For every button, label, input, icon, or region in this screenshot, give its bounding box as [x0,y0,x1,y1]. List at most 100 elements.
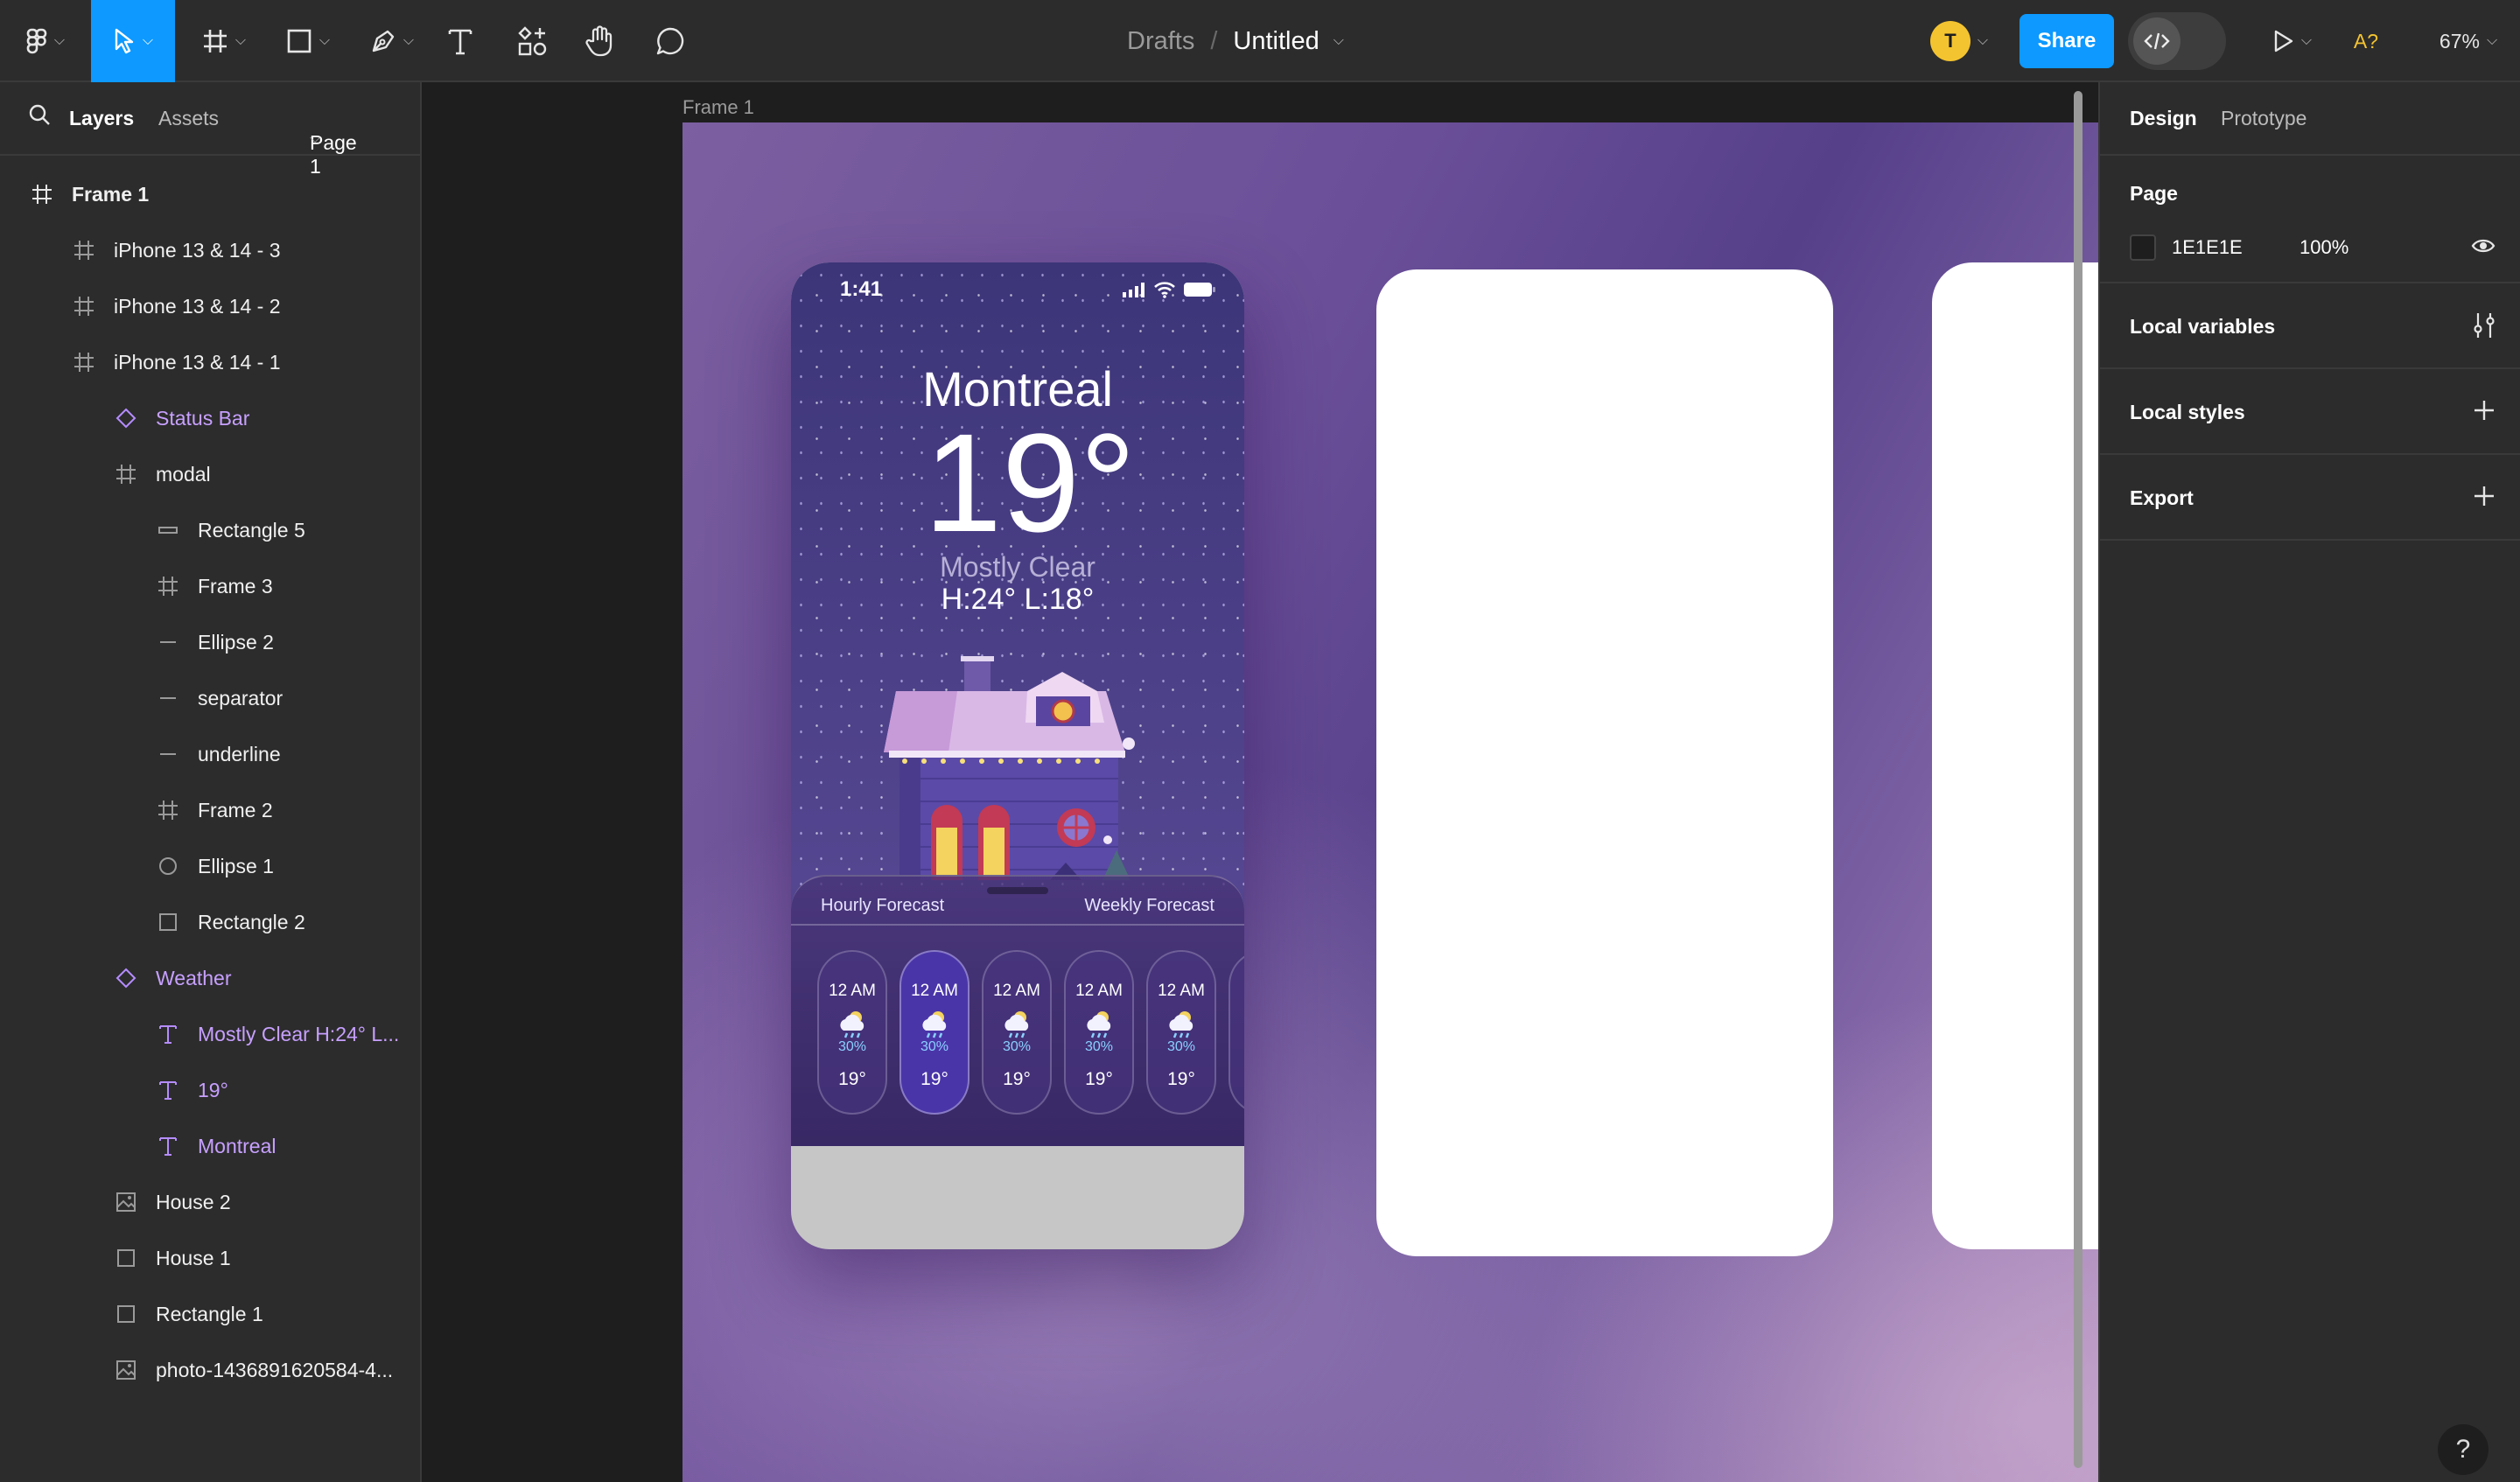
file-name[interactable]: Untitled [1233,27,1319,56]
comment-tool-button[interactable] [651,0,690,82]
canvas[interactable]: Frame 1 1:41 Montreal 19° Mostly Clear H… [422,82,2098,1482]
ellipse-icon [156,854,180,878]
pen-tool-button[interactable]: ⌵ [357,0,427,82]
hourly-forecast-item[interactable]: 12 AM 30% 19° [1146,950,1216,1115]
main-menu-button[interactable]: ⌵ [12,0,79,82]
layer-row[interactable]: Frame 1 [30,166,149,222]
local-variables-section[interactable]: Local variables [2100,283,2520,369]
hourly-forecast-item[interactable]: 1 [1228,950,1244,1115]
layer-row[interactable]: iPhone 13 & 14 - 2 [72,278,281,334]
shape-tool-button[interactable]: ⌵ [273,0,343,82]
layer-row[interactable]: Ellipse 1 [156,838,274,894]
chevron-down-icon[interactable]: ⌵ [1334,33,1344,49]
status-icons [1122,281,1216,298]
text-tool-button[interactable] [441,0,480,82]
hourly-forecast-item[interactable]: 12 AM 30% 19° [1064,950,1134,1115]
layer-row[interactable]: Status Bar [114,390,249,446]
eye-icon[interactable] [2471,236,2496,260]
cloud-rain-icon [1164,1010,1199,1039]
tab-layers[interactable]: Layers [69,107,134,130]
weather-temperature[interactable]: 19° [803,413,1244,553]
export-section[interactable]: Export [2100,455,2520,541]
chevron-down-icon: ⌵ [53,33,66,48]
layer-row[interactable]: Ellipse 2 [156,614,274,670]
canvas-scrollbar[interactable] [2074,91,2082,1468]
help-button[interactable]: ? [2438,1424,2488,1475]
layer-row[interactable]: Rectangle 5 [156,502,305,558]
chevron-down-icon: ⌵ [2486,33,2498,48]
breadcrumb-drafts[interactable]: Drafts [1127,27,1194,56]
layer-row[interactable]: Montreal [156,1118,276,1174]
plus-icon[interactable] [2473,399,2496,426]
weather-high-low[interactable]: H:24° L:18° [791,583,1244,617]
zoom-menu[interactable]: 67% ⌵ [2429,0,2508,82]
page-color-swatch[interactable] [2130,234,2156,261]
tab-assets[interactable]: Assets [158,107,219,130]
page-opacity[interactable]: 100% [2300,236,2348,259]
forecast-precip: 30% [1002,1039,1032,1054]
frame-1[interactable]: 1:41 Montreal 19° Mostly Clear H:24° L:1… [682,122,2098,1482]
weather-condition[interactable]: Mostly Clear [791,551,1244,584]
frame-label[interactable]: Frame 1 [682,96,754,119]
frame-tool-button[interactable]: ⌵ [189,0,259,82]
resources-button[interactable] [513,0,551,82]
local-variables-label: Local variables [2130,315,2276,338]
layer-row[interactable]: Rectangle 2 [156,894,305,950]
forecast-time: 12 AM [1158,982,1205,1000]
hand-tool-button[interactable] [581,0,620,82]
search-icon[interactable] [28,103,51,131]
multiplayer-avatars[interactable]: T ⌵ [1922,0,1997,82]
iphone-frame-1[interactable]: 1:41 Montreal 19° Mostly Clear H:24° L:1… [791,262,1244,1249]
tab-prototype[interactable]: Prototype [2221,107,2306,130]
text-icon [156,1134,180,1158]
layer-row[interactable]: Mostly Clear H:24° L... [156,1006,399,1062]
frame-icon [156,574,180,598]
layer-row[interactable]: House 1 [114,1230,231,1286]
layers-panel: Layers Assets Page 1 ⌵ Frame 1 iPhone 13 … [0,82,422,1482]
variables-icon[interactable] [2471,311,2497,344]
tab-hourly-forecast[interactable]: Hourly Forecast [821,896,944,916]
layer-row[interactable]: iPhone 13 & 14 - 3 [72,222,281,278]
drag-handle[interactable] [987,887,1048,894]
tab-design[interactable]: Design [2130,107,2197,130]
line-icon [156,630,180,654]
chevron-down-icon: ⌵ [142,33,154,48]
present-button[interactable]: ⌵ [2261,0,2324,82]
chevron-down-icon: ⌵ [402,33,415,48]
move-tool-button[interactable]: ⌵ [91,0,175,82]
hourly-forecast-item[interactable]: 12 AM 30% 19° [817,950,887,1115]
hourly-forecast-item[interactable]: 12 AM 30% 19° [900,950,970,1115]
layer-row[interactable]: modal [114,446,211,502]
cloud-rain-icon [1082,1010,1116,1039]
layer-name: iPhone 13 & 14 - 3 [114,238,281,262]
rectangle-icon [114,1302,138,1326]
layer-row[interactable]: photo-1436891620584-4... [114,1342,393,1398]
layer-name: separator [198,686,284,710]
hourly-forecast-item[interactable]: 12 AM 30% 19° [982,950,1052,1115]
tab-weekly-forecast[interactable]: Weekly Forecast [1084,896,1214,916]
layer-name: House 1 [156,1246,231,1269]
layer-row[interactable]: 19° [156,1062,228,1118]
layer-row[interactable]: Frame 3 [156,558,273,614]
layer-row[interactable]: Frame 2 [156,782,273,838]
page-color-hex[interactable]: 1E1E1E [2172,236,2243,259]
modal[interactable]: Hourly Forecast Weekly Forecast 12 AM 30%… [791,875,1244,1146]
house-illustration[interactable] [878,656,1141,910]
frame-icon [156,798,180,822]
dev-mode-toggle[interactable] [2128,12,2226,70]
layer-row[interactable]: House 2 [114,1174,231,1230]
frame-icon [202,28,228,54]
layer-row[interactable]: underline [156,726,281,782]
plus-icon[interactable] [2473,485,2496,512]
local-styles-section[interactable]: Local styles [2100,369,2520,455]
layer-row[interactable]: Weather [114,950,232,1006]
layer-row[interactable]: iPhone 13 & 14 - 1 [72,334,281,390]
layer-row[interactable]: Rectangle 1 [114,1286,263,1342]
layer-row[interactable]: separator [156,670,283,726]
accessibility-check-button[interactable]: A? [2348,0,2384,82]
iphone-frame-2[interactable] [1376,269,1833,1256]
layer-name: Mostly Clear H:24° L... [198,1022,400,1045]
forecast-time: 12 AM [993,982,1040,1000]
status-bar[interactable]: 1:41 [840,275,1216,304]
share-button[interactable]: Share [2020,14,2114,68]
